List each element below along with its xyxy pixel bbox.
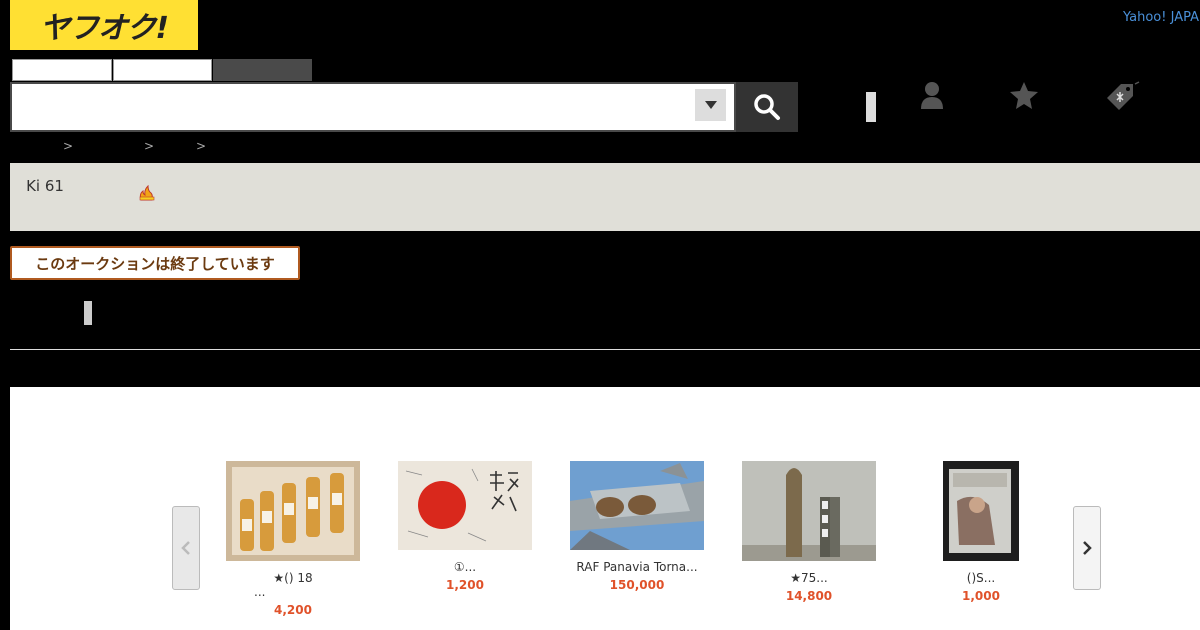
search-box [10,82,736,132]
item-title: ★() 18 [273,571,313,585]
user-icon[interactable] [918,80,946,114]
star-icon[interactable] [1008,80,1040,114]
logo-text: ヤフオク! [39,11,169,46]
header-indicator [866,92,876,122]
hot-item-icon [138,184,156,205]
carousel-item[interactable]: ①... 1,200 [398,461,532,592]
item-thumbnail [398,461,532,550]
item-title: ①... [453,560,477,574]
related-items-carousel: ★() 18 ... 4,200 ①... 1,200 RAF Panavia … [10,387,1200,630]
item-price: 1,000 [962,589,1000,603]
item-thumbnail [943,461,1019,561]
search-icon [754,94,780,120]
category-dropdown[interactable] [695,89,726,121]
breadcrumb-separator: > [144,139,155,153]
auction-title-band: Ki 61 [10,163,1200,231]
breadcrumb-separator: > [196,139,207,153]
chevron-right-icon [1083,541,1092,555]
search-input[interactable] [16,90,690,126]
search-tab-3[interactable] [213,59,312,81]
carousel-item[interactable]: ()S... 1,000 [914,461,1048,603]
caret-down-icon [704,101,717,109]
item-thumbnail [742,461,876,561]
carousel-next-button[interactable] [1073,506,1101,590]
small-tab-indicator [84,301,92,325]
item-title: ()S... [966,571,996,585]
item-price: 14,800 [785,589,833,603]
item-title: RAF Panavia Torna... [576,560,698,574]
item-title-line2: ... [254,585,266,599]
item-price: 1,200 [446,578,484,592]
item-price: 150,000 [609,578,665,592]
carousel-item[interactable]: RAF Panavia Torna... 150,000 [570,461,704,592]
search-button[interactable] [736,82,798,132]
carousel-item[interactable]: ★75... 14,800 [742,461,876,603]
carousel-item[interactable]: ★() 18 ... 4,200 [226,461,360,617]
item-price: 4,200 [274,603,312,617]
sell-tag-icon[interactable] [1103,80,1143,114]
yahuoku-logo[interactable]: ヤフオク! [10,0,198,50]
item-thumbnail [570,461,704,550]
breadcrumb-separator: > [63,139,74,153]
item-thumbnail [226,461,360,561]
yahoo-japan-link[interactable]: Yahoo! JAPAN [1123,10,1200,25]
search-tab-1[interactable] [12,59,112,81]
auction-title: Ki 61 [26,177,64,195]
chevron-left-icon [181,541,190,555]
auction-ended-badge: このオークションは終了しています [10,246,300,280]
item-title: ★75... [790,571,828,585]
carousel-prev-button[interactable] [172,506,200,590]
section-divider [10,349,1200,350]
search-tab-2[interactable] [113,59,212,81]
